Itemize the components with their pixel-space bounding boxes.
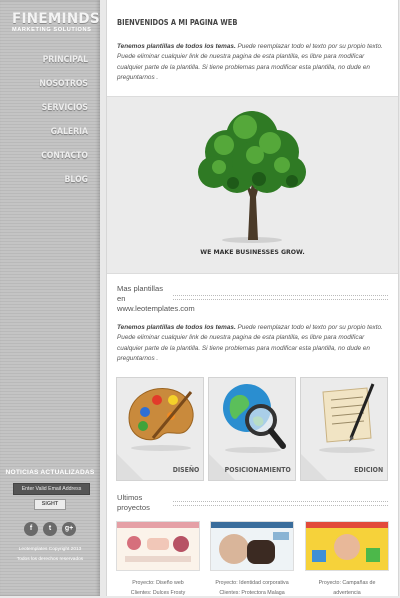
- project-client: Clientes: Dulces Frosty: [130, 590, 186, 596]
- hero-caption: WE MAKE BUSINESSES GROW.: [200, 249, 305, 256]
- project-name: Proyecto: Campañas de: [318, 580, 376, 586]
- copyright-line-2: Todos los derechos reservados: [16, 557, 84, 562]
- nav-item-contacto[interactable]: CONTACTO: [9, 144, 88, 168]
- newsletter-title: NOTICIAS ACTUALIZADAS: [5, 469, 95, 476]
- service-editing-label: EDICION: [353, 465, 383, 474]
- nav-item-nosotros[interactable]: NOSOTROS: [9, 72, 88, 96]
- nav-item-principal[interactable]: PRINCIPAL: [9, 48, 88, 72]
- welcome-lead: Tenemos plantillas de todos los temas.: [117, 43, 236, 50]
- more-title-link[interactable]: www.leotemplates.com: [117, 304, 195, 314]
- nav-item-blog[interactable]: BLOG: [9, 168, 88, 192]
- scroll-pen-icon: [319, 383, 375, 453]
- service-editing[interactable]: EDICION: [300, 377, 388, 481]
- copyright-line-1: Leotemplates Copyright 2013: [18, 547, 82, 552]
- section-divider: [173, 501, 388, 506]
- projects-title: Ultimos proyectos: [117, 493, 150, 513]
- project-client: advertencia: [333, 590, 361, 596]
- project-caption: Proyecto: Identidad corporativa Clientes…: [210, 578, 294, 598]
- projects-title-line-2: proyectos: [117, 503, 150, 512]
- sidebar: FINEMINDS MARKETING SOLUTIONS PRINCIPAL …: [0, 0, 100, 596]
- main-content: BIENVENIDOS A MI PAGINA WEB Tenemos plan…: [106, 0, 399, 596]
- service-design-label: DISEÑO: [172, 465, 199, 474]
- newsletter-submit-button[interactable]: SIGHT: [34, 499, 66, 510]
- service-seo[interactable]: POSICIONAMIENTO: [208, 377, 296, 481]
- more-title-line-1: Mas plantillas: [117, 284, 164, 293]
- project-card[interactable]: Proyecto: Diseño web Clientes: Dulces Fr…: [116, 521, 200, 598]
- twitter-icon[interactable]: t: [43, 522, 57, 536]
- tree-image: [198, 111, 306, 243]
- nav-item-servicios[interactable]: SERVICIOS: [9, 96, 88, 120]
- project-name: Proyecto: Identidad corporativa: [215, 580, 289, 586]
- google-plus-icon[interactable]: g+: [62, 522, 76, 536]
- project-name: Proyecto: Diseño web: [132, 580, 184, 586]
- projects-title-line-1: Ultimos: [117, 493, 143, 502]
- project-caption: Proyecto: Diseño web Clientes: Dulces Fr…: [116, 578, 200, 598]
- logo-title: FINEMINDS: [12, 11, 100, 27]
- service-design[interactable]: DISEÑO: [116, 377, 204, 481]
- more-lead: Tenemos plantillas de todos los temas.: [117, 324, 236, 331]
- section-divider: [173, 295, 388, 300]
- service-seo-label: POSICIONAMIENTO: [224, 465, 291, 474]
- social-links: f t g+: [24, 522, 76, 536]
- welcome-title: BIENVENIDOS A MI PAGINA WEB: [117, 18, 238, 27]
- hero-panel: WE MAKE BUSINESSES GROW.: [107, 96, 398, 274]
- email-field[interactable]: Enter Valid Email Address: [13, 483, 90, 495]
- logo[interactable]: FINEMINDS MARKETING SOLUTIONS: [12, 11, 100, 33]
- facebook-icon[interactable]: f: [24, 522, 38, 536]
- project-thumbnail: [305, 521, 389, 571]
- project-card[interactable]: Proyecto: Campañas de advertencia: [305, 521, 389, 598]
- copyright: Leotemplates Copyright 2013 Todos los de…: [0, 545, 100, 565]
- nav-item-galeria[interactable]: GALERIA: [9, 120, 88, 144]
- project-client: Clientes: Protectora Malaga: [219, 590, 285, 596]
- project-thumbnail: [210, 521, 294, 571]
- welcome-text: Tenemos plantillas de todos los temas. P…: [117, 42, 391, 84]
- project-caption: Proyecto: Campañas de advertencia: [305, 578, 389, 598]
- main-nav: PRINCIPAL NOSOTROS SERVICIOS GALERIA CON…: [0, 48, 88, 192]
- more-text: Tenemos plantillas de todos los temas. P…: [117, 323, 391, 365]
- logo-tagline: MARKETING SOLUTIONS: [12, 27, 92, 33]
- services-row: DISEÑO POSICIONAMIENTO EDICION: [116, 377, 390, 481]
- globe-magnifier-icon: [223, 384, 286, 453]
- project-card[interactable]: Proyecto: Identidad corporativa Clientes…: [210, 521, 294, 598]
- palette-icon: [128, 388, 194, 451]
- project-thumbnail: [116, 521, 200, 571]
